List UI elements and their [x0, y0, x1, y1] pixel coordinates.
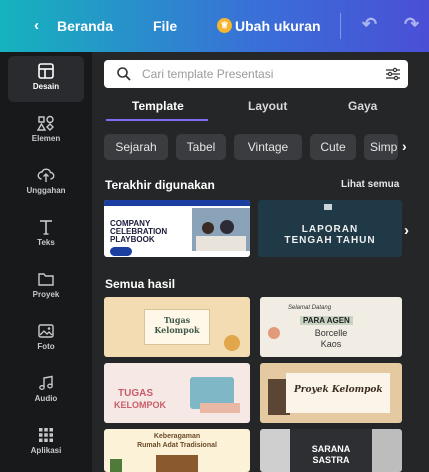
- tab-layout[interactable]: Layout: [248, 99, 287, 113]
- chip-simple[interactable]: Simp: [364, 134, 398, 160]
- template-card[interactable]: SARANA SASTRA: [260, 429, 402, 472]
- sidebar-item-elemen[interactable]: Elemen: [8, 108, 84, 154]
- sidebar-item-label: Elemen: [31, 134, 61, 143]
- search-box[interactable]: [104, 60, 408, 88]
- cloud-upload-icon: [37, 168, 55, 182]
- chips-next-arrow-icon[interactable]: ›: [402, 138, 407, 154]
- recent-section-title: Terakhir digunakan: [105, 178, 215, 192]
- chip-tabel[interactable]: Tabel: [176, 134, 226, 160]
- tab-template[interactable]: Template: [132, 99, 184, 113]
- folder-icon: [38, 273, 54, 286]
- crown-icon: ♕: [217, 18, 232, 33]
- apps-grid-icon: [39, 428, 53, 442]
- card-illustration: [156, 455, 198, 472]
- template-card[interactable]: Proyek Kelompok: [260, 363, 402, 423]
- card-title-line: Kaos: [320, 339, 342, 349]
- tab-gaya[interactable]: Gaya: [348, 99, 377, 113]
- template-card[interactable]: Tugas Kelompok: [104, 297, 250, 357]
- card-subtitle: Selamat Datang: [288, 305, 332, 311]
- sidebar-item-unggahan[interactable]: Unggahan: [8, 160, 84, 206]
- card-title-line: SARANA: [311, 444, 351, 454]
- card-title-line: Rumah Adat Tradisional: [137, 442, 217, 449]
- card-title-line: PARA AGEN: [300, 316, 353, 325]
- image-icon: [38, 324, 54, 338]
- card-title-line: LAPORAN: [301, 224, 359, 235]
- card-title-line: Borcelle: [314, 328, 348, 338]
- card-title-line: Tugas: [163, 315, 191, 325]
- card-title-line: Keberagaman: [153, 433, 201, 440]
- home-button[interactable]: Beranda: [57, 18, 113, 34]
- recent-template-card[interactable]: LAPORAN TENGAH TAHUN: [258, 200, 402, 257]
- top-bar: ‹ Beranda File ♕ Ubah ukuran ↶ ↷: [0, 0, 429, 52]
- sidebar-item-teks[interactable]: Teks: [8, 212, 84, 258]
- sidebar-item-proyek[interactable]: Proyek: [8, 264, 84, 310]
- recent-template-card[interactable]: COMPANY CELEBRATION PLAYBOOK: [104, 200, 250, 257]
- card-logo: [324, 204, 332, 210]
- redo-icon[interactable]: ↷: [404, 14, 419, 35]
- card-photo: [192, 208, 250, 251]
- sidebar-item-audio[interactable]: Audio: [8, 368, 84, 414]
- chip-sejarah[interactable]: Sejarah: [104, 134, 168, 160]
- resize-button[interactable]: Ubah ukuran: [235, 18, 321, 34]
- template-card[interactable]: TUGAS KELOMPOK: [104, 363, 250, 423]
- card-decoration: [224, 335, 240, 351]
- chip-vintage[interactable]: Vintage: [234, 134, 302, 160]
- card-decoration: [268, 327, 280, 339]
- sidebar-item-label: Foto: [37, 342, 55, 351]
- template-card[interactable]: Selamat Datang PARA AGEN Borcelle Kaos: [260, 297, 402, 357]
- template-panel: Template Layout Gaya Sejarah Tabel Vinta…: [92, 52, 429, 472]
- active-tab-indicator: [106, 119, 208, 121]
- sidebar-item-foto[interactable]: Foto: [8, 316, 84, 362]
- music-note-icon: [39, 375, 53, 390]
- chip-cute[interactable]: Cute: [310, 134, 356, 160]
- layout-icon: [38, 63, 54, 79]
- recent-next-arrow-icon[interactable]: ›: [404, 222, 409, 239]
- sidebar: Desain Elemen Unggahan Teks Proyek Foto …: [0, 52, 92, 472]
- all-results-title: Semua hasil: [105, 277, 176, 291]
- card-header-bar: [104, 200, 250, 206]
- card-title-line: Proyek Kelompok: [294, 385, 383, 395]
- sidebar-item-label: Proyek: [32, 290, 60, 299]
- see-all-link[interactable]: Lihat semua: [341, 179, 399, 190]
- sidebar-item-label: Aplikasi: [30, 446, 62, 455]
- card-title-line: KELOMPOK: [114, 400, 167, 410]
- sidebar-item-label: Desain: [32, 82, 60, 91]
- play-icon: [110, 247, 132, 256]
- sidebar-item-label: Audio: [34, 394, 58, 403]
- toolbar-divider: [340, 13, 341, 39]
- sidebar-item-aplikasi[interactable]: Aplikasi: [8, 420, 84, 466]
- card-illustration: [200, 403, 240, 413]
- undo-icon[interactable]: ↶: [362, 14, 377, 35]
- search-input[interactable]: [142, 65, 370, 83]
- card-illustration: [110, 459, 122, 472]
- card-title-line: PLAYBOOK: [110, 235, 155, 244]
- search-icon: [117, 67, 131, 81]
- filter-sliders-icon[interactable]: [385, 66, 401, 82]
- shapes-icon: [37, 115, 54, 131]
- sidebar-item-label: Teks: [37, 238, 55, 247]
- sidebar-item-label: Unggahan: [26, 186, 66, 195]
- template-card[interactable]: Keberagaman Rumah Adat Tradisional: [104, 429, 250, 472]
- card-title-line: TUGAS: [118, 388, 153, 399]
- sidebar-item-desain[interactable]: Desain: [8, 56, 84, 102]
- text-icon: [40, 220, 52, 235]
- card-title-line: SASTRA: [312, 455, 350, 465]
- card-title-line: TENGAH TAHUN: [284, 235, 376, 246]
- back-chevron-icon[interactable]: ‹: [34, 17, 39, 34]
- card-title-line: Kelompok: [154, 325, 200, 335]
- file-menu-button[interactable]: File: [153, 18, 177, 34]
